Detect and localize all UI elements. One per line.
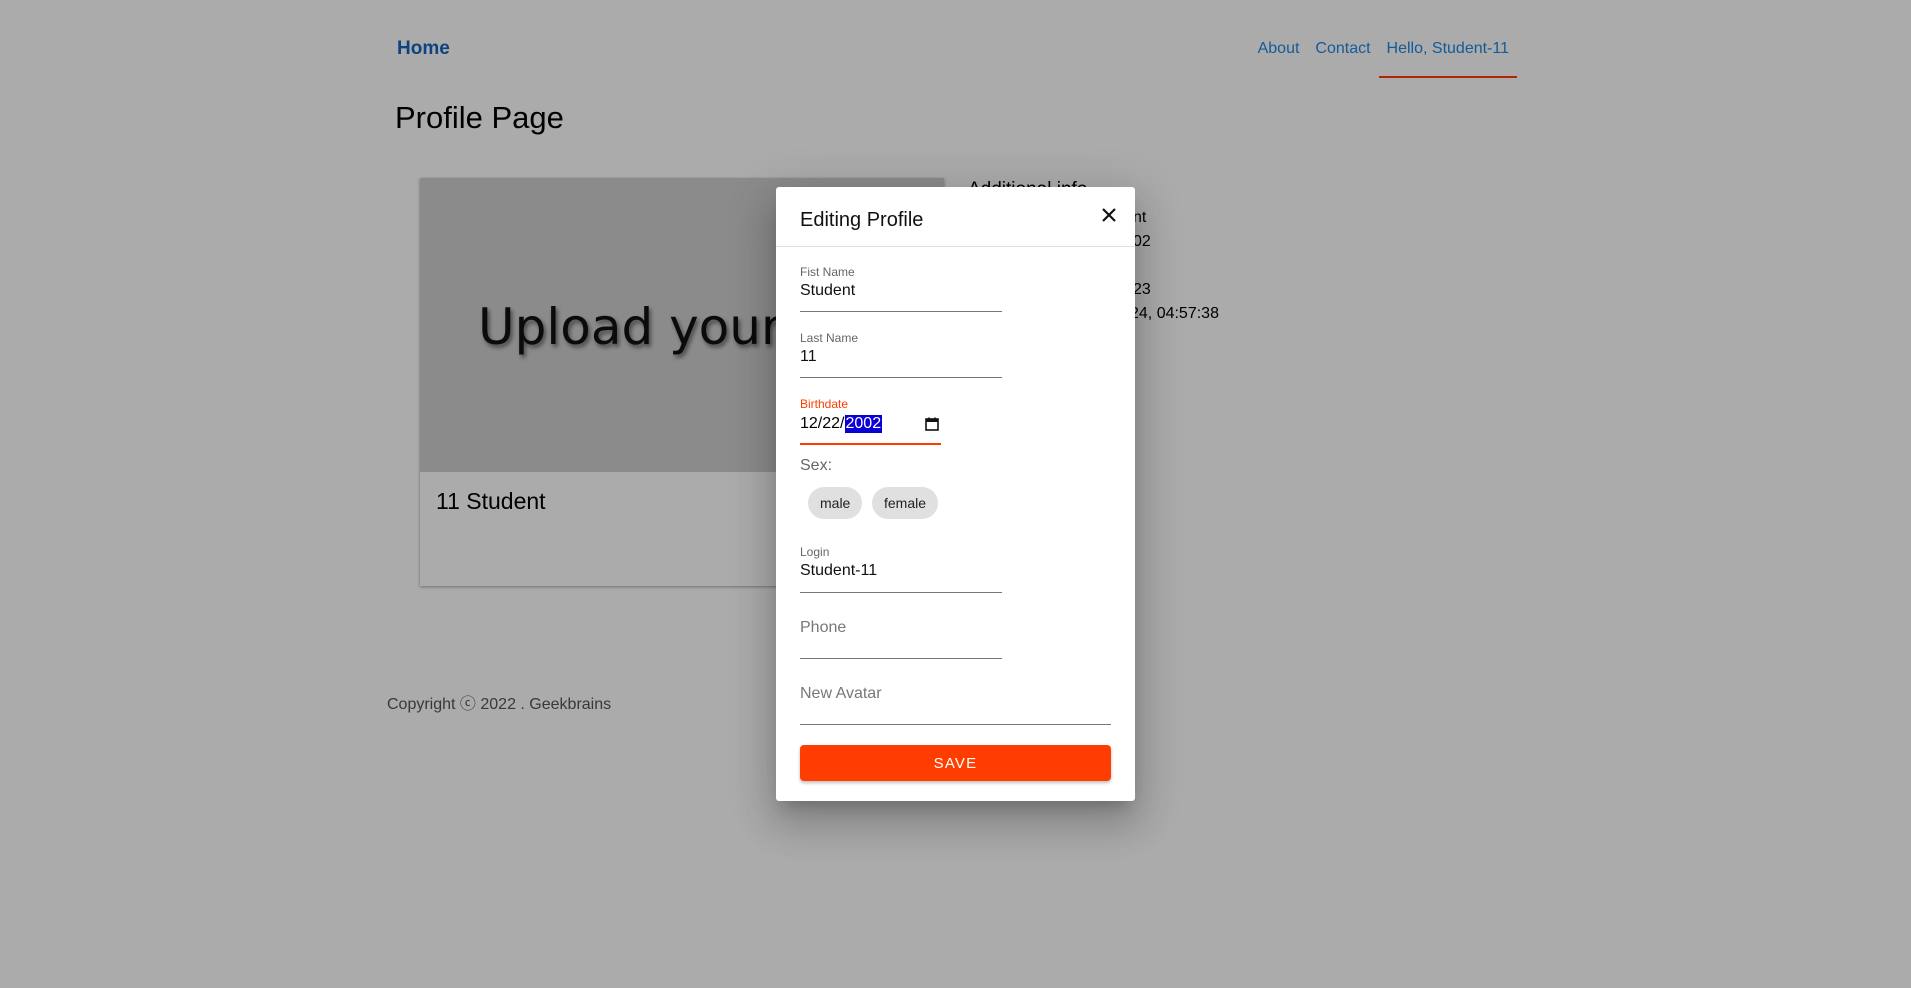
phone-input[interactable]: Phone: [800, 619, 1002, 637]
login-input[interactable]: Student-11: [800, 561, 1002, 583]
edit-profile-dialog: Editing Profile Fist Name Student Last N…: [776, 187, 1135, 801]
calendar-icon[interactable]: [925, 417, 939, 431]
login-field[interactable]: Login Student-11: [800, 545, 1002, 593]
first-name-label: Fist Name: [800, 265, 855, 279]
new-avatar-field[interactable]: New Avatar: [800, 685, 1111, 725]
close-icon: [1102, 208, 1116, 222]
birthdate-label: Birthdate: [800, 397, 849, 411]
first-name-input[interactable]: Student: [800, 281, 1002, 303]
birthdate-year[interactable]: 2002: [844, 415, 883, 433]
sex-label: Sex:: [800, 457, 833, 474]
phone-field[interactable]: Phone: [800, 619, 1002, 659]
birthdate-day[interactable]: 22: [822, 415, 840, 433]
dialog-header: Editing Profile: [776, 187, 1135, 247]
new-avatar-input[interactable]: New Avatar: [800, 685, 1111, 703]
last-name-field[interactable]: Last Name 11: [800, 331, 1002, 378]
birthdate-field[interactable]: Birthdate 12 / 22 / 2002: [800, 397, 941, 445]
save-button[interactable]: SAVE: [800, 745, 1111, 781]
birthdate-input[interactable]: 12 / 22 / 2002: [800, 413, 941, 435]
login-label: Login: [800, 545, 830, 559]
close-button[interactable]: [1097, 203, 1121, 227]
last-name-label: Last Name: [800, 331, 859, 345]
birthdate-month[interactable]: 12: [800, 415, 818, 433]
last-name-input[interactable]: 11: [800, 347, 1002, 369]
first-name-field[interactable]: Fist Name Student: [800, 265, 1002, 312]
sex-chip-female[interactable]: female: [872, 487, 939, 519]
sex-chip-male[interactable]: male: [808, 487, 863, 519]
dialog-title: Editing Profile: [800, 209, 924, 231]
